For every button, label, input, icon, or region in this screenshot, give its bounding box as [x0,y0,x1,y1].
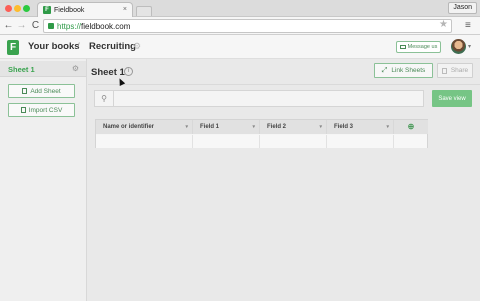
chevron-down-icon[interactable]: ▾ [252,120,255,134]
table-cell[interactable] [327,135,394,148]
header-divider [88,84,480,85]
url-host: fieldbook.com [81,21,131,31]
column-header-name[interactable]: Name or identifier ▾ [96,120,193,134]
breadcrumb-book-name[interactable]: Recruiting [89,41,136,52]
tab-title: Fieldbook [54,6,85,14]
browser-menu-icon[interactable]: ≡ [465,20,471,32]
column-header-label: Field 1 [200,124,220,130]
column-header-field-3[interactable]: Field 3 ▾ [327,120,394,134]
share-label: Share [450,67,469,74]
forward-arrow-icon[interactable]: → [16,20,27,31]
breadcrumb-your-books[interactable]: Your books [28,41,80,52]
page-title: Sheet 1 [91,67,125,78]
column-header-label: Field 3 [334,124,354,130]
search-input[interactable] [115,91,423,106]
tab-close-icon[interactable]: × [123,6,127,13]
table-cell[interactable] [96,135,193,148]
share-button[interactable]: Share [437,63,473,78]
column-header-label: Name or identifier [103,124,155,130]
chevron-down-icon[interactable]: ▾ [468,43,471,50]
chevron-down-icon[interactable]: ▾ [386,120,389,134]
app-header: F Your books / Recruiting ⚙ Message us ▾ [0,35,480,59]
message-us-label: Message us [407,44,438,50]
search-icon[interactable]: ⚲ [95,91,114,106]
message-us-button[interactable]: Message us [396,41,441,53]
address-bar[interactable]: https:// fieldbook.com [43,19,452,33]
column-header-label: Field 2 [267,124,287,130]
chevron-down-icon[interactable]: ▾ [185,120,188,134]
back-arrow-icon[interactable]: ← [3,20,14,31]
fieldbook-favicon-icon: F [43,6,51,14]
breadcrumb-separator: / [77,41,80,52]
main-panel: Sheet 1 i ⤢ Link Sheets Share ⚲ Save vie… [88,59,480,301]
import-csv-button[interactable]: Import CSV [8,103,75,117]
minimize-window-button[interactable] [14,5,21,12]
new-tab-button[interactable] [136,6,152,16]
book-settings-gear-icon[interactable]: ⚙ [133,41,141,52]
column-header-field-1[interactable]: Field 1 ▾ [193,120,260,134]
chevron-down-icon[interactable]: ▾ [319,120,322,134]
user-avatar[interactable] [451,39,466,54]
sheet-grid: Name or identifier ▾ Field 1 ▾ Field 2 ▾… [95,119,428,148]
sheet-gear-icon[interactable]: ⚙ [72,64,79,73]
browser-tab[interactable]: F Fieldbook × [37,2,133,17]
reload-icon[interactable]: C [30,20,41,31]
link-icon: ⤢ [381,66,388,74]
bookmark-star-icon[interactable]: ★ [439,19,448,31]
lock-icon [48,23,54,29]
table-row [96,135,427,148]
browser-titlebar: F Fieldbook × Jason [0,0,480,17]
link-sheets-label: Link Sheets [391,67,426,74]
mail-icon [399,45,406,49]
table-cell[interactable] [260,135,327,148]
url-scheme: https:// [57,21,82,31]
fieldbook-logo-icon[interactable]: F [7,40,19,55]
search-bar: ⚲ [94,90,424,107]
add-sheet-button[interactable]: Add Sheet [8,84,75,98]
add-column-icon[interactable]: ⊕ [394,120,428,134]
sidebar-item-sheet-1[interactable]: Sheet 1 ⚙ [0,61,86,77]
add-sheet-label: Add Sheet [30,87,61,95]
browser-toolbar: ← → C https:// fieldbook.com ★ ≡ [0,17,480,35]
column-header-field-2[interactable]: Field 2 ▾ [260,120,327,134]
zoom-window-button[interactable] [23,5,30,12]
table-cell[interactable] [193,135,260,148]
import-csv-icon [20,107,26,113]
share-icon [441,67,447,74]
import-csv-label: Import CSV [28,106,63,114]
browser-user-button[interactable]: Jason [448,2,477,14]
add-sheet-icon [22,88,28,94]
link-sheets-button[interactable]: ⤢ Link Sheets [374,63,433,78]
info-icon[interactable]: i [124,67,133,76]
save-view-button[interactable]: Save view [432,90,472,107]
sheets-sidebar: Sheet 1 ⚙ Add Sheet Import CSV [0,59,87,301]
close-window-button[interactable] [5,5,12,12]
sidebar-item-label: Sheet 1 [8,65,35,74]
